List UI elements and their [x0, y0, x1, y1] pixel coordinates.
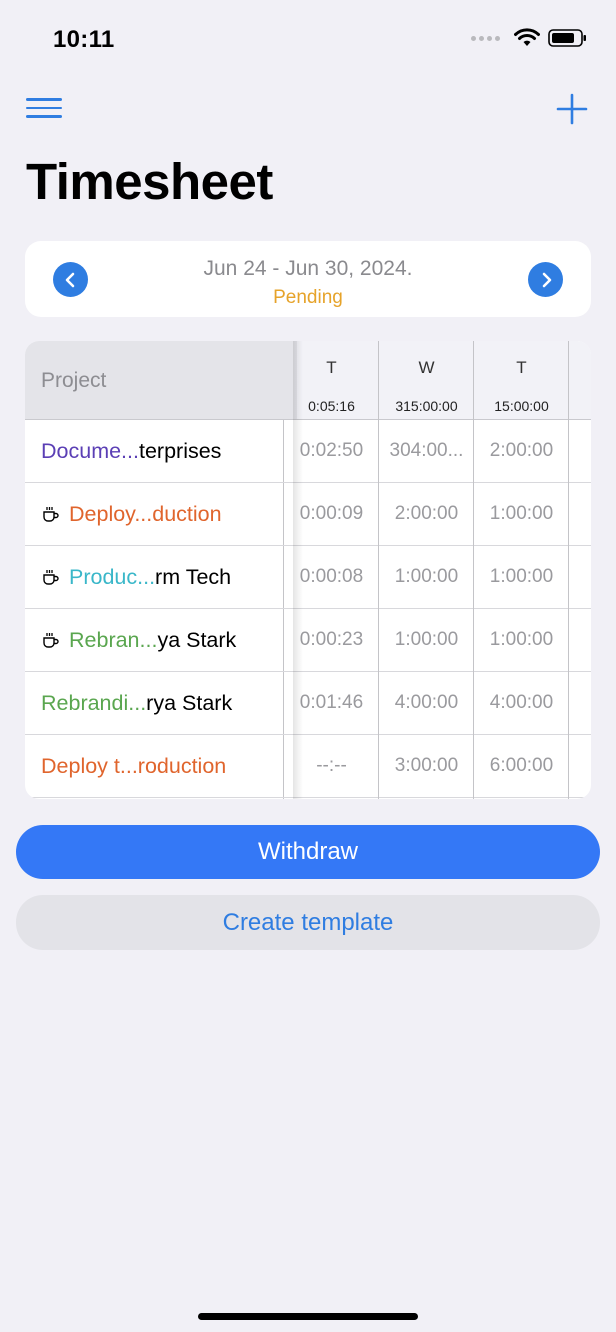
day-columns[interactable]: T 0:05:16 0:02:50 0:00:09 0:00:08 0:00:2… — [283, 341, 591, 799]
project-row[interactable]: Docume... terprises — [25, 420, 297, 483]
column-divider — [293, 341, 303, 799]
project-client: rya Stark — [146, 690, 233, 715]
week-selector: Jun 24 - Jun 30, 2024. Pending — [25, 241, 591, 317]
project-name-colored: Produc... — [69, 564, 156, 589]
day-total: 15:00:00 — [494, 398, 549, 414]
battery-icon — [548, 29, 586, 47]
time-cell[interactable]: 6:00:00 — [474, 735, 569, 798]
cellular-signal-icon — [471, 35, 500, 41]
create-template-button[interactable]: Create template — [16, 895, 600, 950]
time-cell[interactable]: 2:00:00 — [474, 420, 569, 483]
nav-bar — [0, 90, 616, 130]
project-client: rm Tech — [155, 564, 232, 589]
coffee-break-icon — [41, 631, 61, 649]
time-cell[interactable]: 4:00:00 — [379, 672, 474, 735]
project-column: Project Docume... terprises Deploy...ducti… — [25, 341, 297, 799]
status-badge: Pending — [273, 287, 343, 308]
status-bar: 10:11 — [0, 0, 616, 80]
day-header: W 315:00:00 — [379, 341, 474, 420]
page-title: Timesheet — [26, 153, 273, 210]
time-cell[interactable]: 304:00... — [379, 420, 474, 483]
project-name-colored: Rebran... — [69, 627, 158, 652]
timesheet-table: T 0:05:16 0:02:50 0:00:09 0:00:08 0:00:2… — [25, 341, 591, 799]
time-cell[interactable]: 1:00:00 — [379, 546, 474, 609]
coffee-break-icon — [41, 505, 61, 523]
project-row[interactable]: Deploy...duction — [25, 483, 297, 546]
project-name-colored: Deploy...duction — [69, 501, 222, 526]
week-range: Jun 24 - Jun 30, 2024. — [203, 257, 413, 280]
day-header: T 15:00:00 — [474, 341, 569, 420]
menu-icon[interactable] — [26, 98, 62, 122]
project-row[interactable]: Deploy t...roduction — [25, 735, 297, 798]
next-week-button[interactable] — [528, 262, 563, 297]
day-letter: W — [418, 358, 435, 377]
project-row[interactable]: Rebran... ya Stark — [25, 609, 297, 672]
day-column: W 315:00:00 304:00... 2:00:00 1:00:00 1:… — [378, 341, 474, 799]
status-icons — [471, 28, 588, 48]
project-name-colored: Docume... — [41, 438, 139, 463]
time-cell[interactable]: 1:00:00 — [379, 609, 474, 672]
time-cell[interactable]: 1:00:00 — [474, 483, 569, 546]
add-icon[interactable] — [556, 93, 588, 125]
day-total: 315:00:00 — [395, 398, 458, 414]
wifi-icon — [514, 28, 540, 46]
day-letter: T — [516, 358, 527, 377]
day-column: T 15:00:00 2:00:00 1:00:00 1:00:00 1:00:… — [473, 341, 569, 799]
project-header: Project — [25, 341, 297, 420]
time-cell[interactable]: 2:00:00 — [379, 483, 474, 546]
project-name-colored: Deploy t...roduction — [41, 753, 227, 778]
home-indicator — [198, 1313, 418, 1320]
time-cell[interactable]: 1:00:00 — [474, 546, 569, 609]
project-name-colored: Rebrandi... — [41, 690, 147, 715]
project-row[interactable]: Rebrandi... rya Stark — [25, 672, 297, 735]
chevron-right-icon — [542, 272, 551, 287]
time-cell[interactable]: 1:00:00 — [474, 609, 569, 672]
withdraw-button[interactable]: Withdraw — [16, 825, 600, 879]
status-time: 10:11 — [53, 26, 115, 53]
time-cell[interactable]: 3:00:00 — [379, 735, 474, 798]
project-header-label: Project — [41, 369, 107, 392]
day-column-partial — [568, 341, 591, 799]
coffee-break-icon — [41, 568, 61, 586]
project-row[interactable]: Produc... rm Tech — [25, 546, 297, 609]
project-client: terprises — [138, 438, 222, 463]
time-cell[interactable]: 4:00:00 — [474, 672, 569, 735]
project-client: ya Stark — [157, 627, 237, 652]
